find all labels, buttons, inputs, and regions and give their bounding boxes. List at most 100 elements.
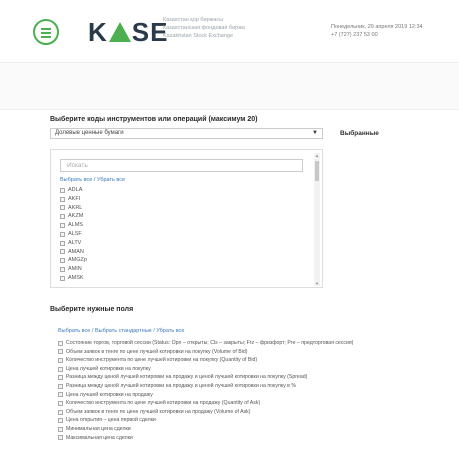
list-item[interactable]: AKFI [60, 195, 87, 204]
code-label: AMAN [68, 248, 84, 255]
checkbox[interactable] [60, 258, 65, 264]
list-item[interactable]: ALSF [60, 230, 87, 239]
list-item[interactable]: AKRL [60, 204, 87, 213]
selected-list-title: Выбранные [340, 130, 379, 137]
fields-clear-all-link[interactable]: Убрать все [156, 328, 184, 334]
instrument-type-select[interactable]: Долевые ценные бумаги ▼ [50, 128, 323, 139]
scroll-thumb[interactable] [315, 161, 319, 181]
list-item[interactable]: Цена лучшей котировки на покупку [58, 365, 428, 374]
field-label: Минимальная цена сделки [66, 425, 131, 432]
code-label: AKRL [68, 204, 83, 211]
list-item[interactable]: AMSK [60, 274, 87, 283]
checkbox[interactable] [60, 267, 65, 273]
fields-select-links: Выбрать все / Выбрать стандартные / Убра… [58, 328, 185, 334]
checkbox[interactable] [58, 357, 63, 363]
scroll-down-icon[interactable]: ▼ [314, 281, 320, 286]
code-label: AKFI [68, 195, 81, 202]
field-label: Состояние торгов, торговой сессии (Statu… [66, 340, 354, 346]
code-label: ADLA [68, 187, 83, 193]
list-item[interactable]: Разница между ценой лучшей котировки на … [58, 382, 428, 391]
search-input[interactable]: Искать [60, 159, 303, 172]
logo-text-left: K [88, 17, 108, 47]
link-separator: / [93, 177, 96, 183]
checkbox[interactable] [58, 418, 63, 424]
date-info: Понедельник, 29 апреля 2019 12:34 +7 (72… [331, 23, 423, 39]
kase-logo[interactable]: K SE [88, 18, 168, 46]
checkbox[interactable] [60, 249, 65, 255]
list-item[interactable]: Объем заявок в тенге по цене лучшей коти… [58, 408, 428, 417]
checkbox[interactable] [60, 240, 65, 246]
field-label: Цена лучшей котировки на продажу [66, 391, 153, 398]
list-scrollbar[interactable]: ▲ ▼ [314, 153, 320, 286]
code-label: ALTV [68, 239, 82, 246]
fields-list: Состояние торгов, торговой сессии (Statu… [58, 339, 428, 442]
field-label: Разница между ценой лучшей котировки на … [66, 374, 308, 381]
checkbox[interactable] [58, 383, 63, 389]
list-item[interactable]: Цена лучшей котировки на продажу [58, 391, 428, 400]
fields-section-title: Выберите нужные поля [50, 306, 134, 313]
list-item[interactable]: Объем заявок в тенге по цене лучшей коти… [58, 348, 428, 357]
current-date: Понедельник, 29 апреля 2019 12:34 [331, 24, 423, 30]
checkbox[interactable] [58, 349, 63, 355]
scroll-up-icon[interactable]: ▲ [314, 153, 320, 158]
instrument-codes-list: ADLA AKFI AKRL AKZM ALMS ALSF ALTV AMAN … [60, 186, 87, 283]
list-item[interactable]: Количество инструмента по цене лучшей ко… [58, 399, 428, 408]
checkbox[interactable] [58, 426, 63, 432]
checkbox[interactable] [58, 392, 63, 398]
list-item[interactable]: Состояние торгов, торговой сессии (Statu… [58, 339, 428, 348]
fields-select-all-link[interactable]: Выбрать все [58, 328, 90, 334]
checkbox[interactable] [58, 409, 63, 415]
clear-all-link[interactable]: Убрать все [97, 177, 125, 183]
checkbox[interactable] [58, 400, 63, 406]
field-label: Цена открытия – цена первой сделки [66, 417, 156, 424]
code-label: AMGZp [68, 257, 87, 264]
hamburger-menu-icon[interactable] [33, 19, 59, 45]
list-item[interactable]: AMIN [60, 265, 87, 274]
checkbox[interactable] [60, 187, 65, 193]
chevron-down-icon: ▼ [312, 130, 318, 136]
checkbox[interactable] [58, 435, 63, 441]
list-item[interactable]: Количество инструмента по цене лучшей ко… [58, 356, 428, 365]
select-all-link[interactable]: Выбрать все [60, 177, 92, 183]
checkbox[interactable] [60, 275, 65, 281]
field-label: Разница между ценой лучшей котировки на … [66, 382, 296, 389]
checkbox[interactable] [58, 366, 63, 372]
list-item[interactable]: AKZM [60, 212, 87, 221]
list-item[interactable]: AMGZp [60, 256, 87, 265]
field-label: Объем заявок в тенге по цене лучшей коти… [66, 348, 248, 355]
field-label: Максимальная цена сделки [66, 434, 133, 441]
list-item[interactable]: Максимальная цена сделки [58, 434, 428, 443]
checkbox[interactable] [60, 231, 65, 237]
fields-select-standard-link[interactable]: Выбрать стандартные [95, 328, 152, 334]
checkbox[interactable] [58, 340, 63, 346]
logo-triangle-icon [108, 22, 131, 42]
code-label: AMSK [68, 274, 84, 281]
checkbox[interactable] [60, 214, 65, 220]
logo-sub-ru: Казахстанская фондовая биржа [163, 25, 245, 31]
instrument-type-value: Долевые ценные бумаги [55, 130, 124, 136]
instrument-list-box: Искать Выбрать все / Убрать все ADLA AKF… [50, 149, 323, 288]
phone-number: +7 (727) 237 53 00 [331, 32, 378, 38]
list-item[interactable]: ALMS [60, 221, 87, 230]
list-item[interactable]: ALTV [60, 239, 87, 248]
checkbox[interactable] [58, 375, 63, 381]
checkbox[interactable] [60, 196, 65, 202]
list-item[interactable]: Цена открытия – цена первой сделки [58, 416, 428, 425]
field-label: Количество инструмента по цене лучшей ко… [66, 400, 261, 407]
instruments-section-title: Выберите коды инструментов или операций … [50, 116, 258, 123]
list-item[interactable]: ADLA [60, 186, 87, 195]
list-item[interactable]: AMAN [60, 248, 87, 257]
logo-sub-kz: Казахстан қор биржасы [163, 17, 224, 23]
checkbox[interactable] [60, 205, 65, 211]
top-nav-bar [0, 62, 459, 110]
field-label: Объем заявок в тенге по цене лучшей коти… [66, 408, 251, 415]
code-label: ALSF [68, 230, 82, 237]
code-label: ALMS [68, 222, 83, 229]
list-item[interactable]: Разница между ценой лучшей котировки на … [58, 373, 428, 382]
field-label: Цена лучшей котировки на покупку [66, 365, 151, 372]
header: K SE Казахстан қор биржасы Казахстанская … [0, 0, 459, 62]
checkbox[interactable] [60, 223, 65, 229]
logo-sub-en: Kazakhstan Stock Exchange [163, 33, 234, 39]
instrument-select-links: Выбрать все / Убрать все [60, 177, 125, 183]
list-item[interactable]: Минимальная цена сделки [58, 425, 428, 434]
